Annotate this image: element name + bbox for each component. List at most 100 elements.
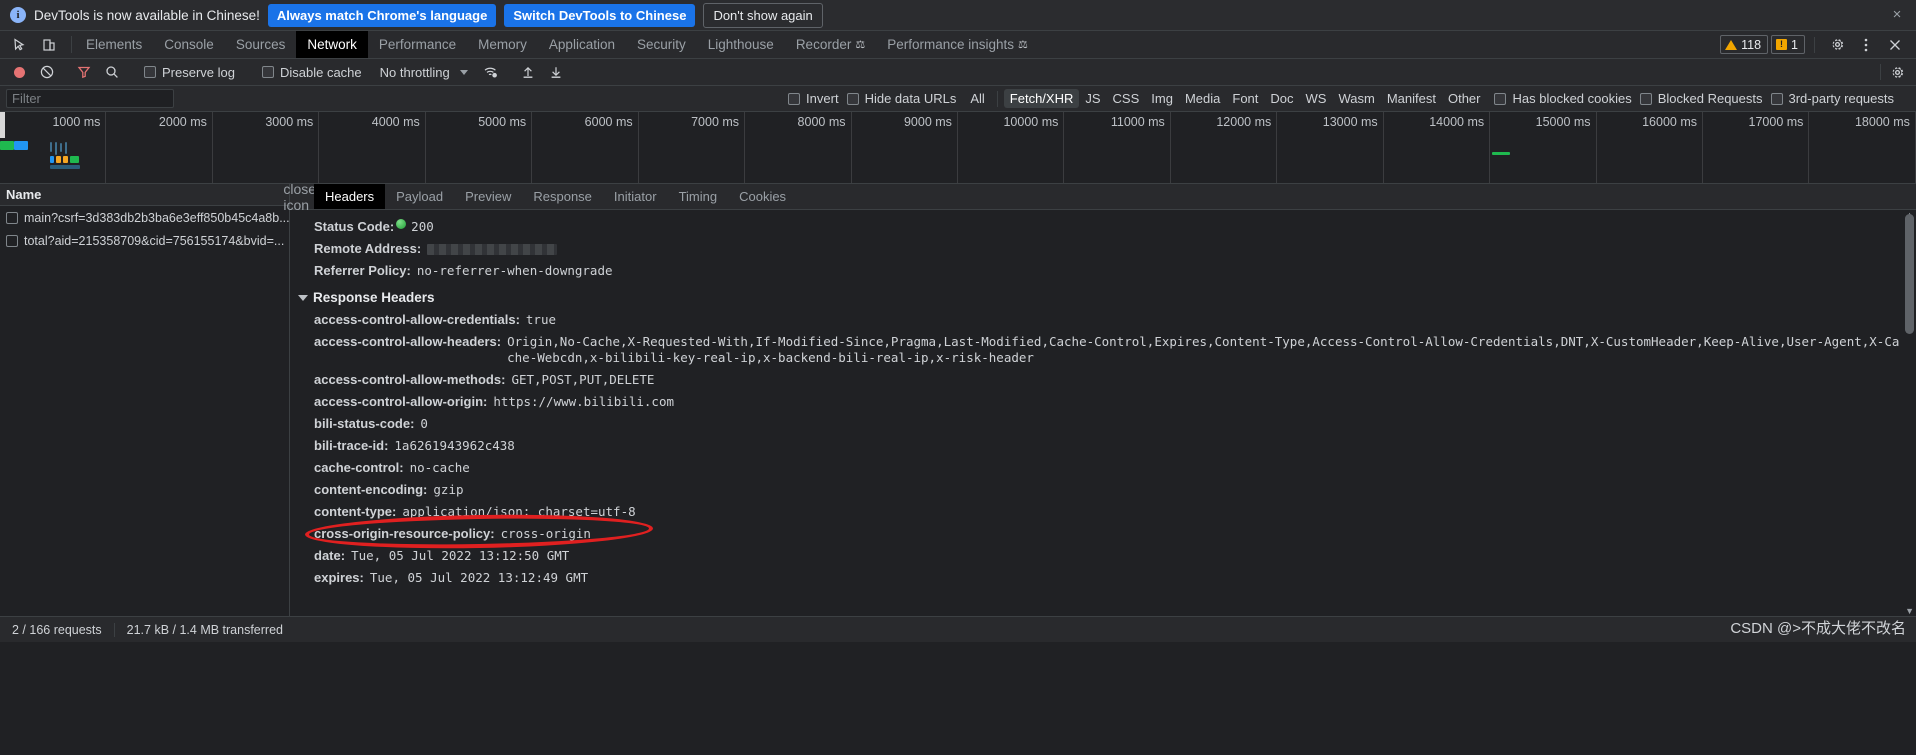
tab-performance-insights[interactable]: Performance insights ⚖ — [876, 31, 1039, 58]
tab-preview[interactable]: Preview — [454, 184, 522, 209]
tick-label: 12000 ms — [1216, 115, 1272, 129]
error-counter[interactable]: ! 1 — [1771, 35, 1805, 54]
tab-headers[interactable]: Headers — [314, 184, 386, 209]
section-label: Response Headers — [313, 290, 435, 305]
type-filter-fetch-xhr[interactable]: Fetch/XHR — [1003, 89, 1080, 108]
network-conditions-icon[interactable] — [478, 61, 504, 83]
type-filter-css[interactable]: CSS — [1107, 89, 1146, 108]
record-button[interactable] — [6, 61, 32, 83]
tab-initiator[interactable]: Initiator — [603, 184, 668, 209]
type-filter-wasm[interactable]: Wasm — [1332, 89, 1380, 108]
header-row-expires: expires: Tue, 05 Jul 2022 13:12:49 GMT — [290, 567, 1916, 589]
network-status-bar: 2 / 166 requests 21.7 kB / 1.4 MB transf… — [0, 616, 1916, 642]
tab-lighthouse[interactable]: Lighthouse — [697, 31, 785, 58]
close-icon[interactable]: close-icon — [283, 181, 320, 213]
type-filter-img[interactable]: Img — [1145, 89, 1179, 108]
tab-label: Application — [548, 37, 615, 52]
network-overview-timeline[interactable]: 1000 ms 2000 ms 3000 ms 4000 ms 5000 ms … — [0, 112, 1916, 184]
tab-recorder[interactable]: Recorder ⚖ — [785, 31, 876, 58]
header-row-status-code: Status Code: 200 — [290, 216, 1916, 238]
tab-cookies[interactable]: Cookies — [728, 184, 797, 209]
detail-tabs: close-icon Headers Payload Preview Respo… — [283, 181, 1916, 213]
third-party-requests-checkbox[interactable]: 3rd-party requests — [1770, 91, 1903, 106]
type-filter-ws[interactable]: WS — [1300, 89, 1333, 108]
tab-label: Console — [164, 37, 214, 52]
filter-icon[interactable] — [71, 61, 97, 83]
response-headers-section[interactable]: Response Headers — [290, 282, 1916, 309]
request-list-column-header[interactable]: Name — [0, 184, 289, 206]
tab-console[interactable]: Console — [153, 31, 225, 58]
type-filter-doc[interactable]: Doc — [1264, 89, 1299, 108]
header-key: cache-control: — [314, 460, 404, 475]
dont-show-again-button[interactable]: Don't show again — [703, 2, 823, 28]
request-name: total?aid=215358709&cid=756155174&bvid=.… — [24, 233, 285, 248]
clear-icon[interactable] — [34, 61, 60, 83]
inspect-element-icon[interactable] — [6, 33, 32, 57]
disable-cache-checkbox[interactable]: Disable cache — [254, 65, 370, 80]
type-filter-manifest[interactable]: Manifest — [1381, 89, 1442, 108]
kebab-menu-icon[interactable] — [1853, 33, 1879, 57]
header-row-bili-trace-id: bili-trace-id: 1a6261943962c438 — [290, 435, 1916, 457]
close-icon[interactable]: × — [1888, 6, 1906, 24]
header-value: 1a6261943962c438 — [394, 438, 515, 453]
header-value: true — [525, 312, 557, 327]
header-value: Tue, 05 Jul 2022 13:12:50 GMT — [351, 548, 570, 563]
tab-timing[interactable]: Timing — [668, 184, 729, 209]
type-filter-font[interactable]: Font — [1226, 89, 1264, 108]
tab-memory[interactable]: Memory — [467, 31, 538, 58]
type-filter-other[interactable]: Other — [1442, 89, 1487, 108]
tab-sources[interactable]: Sources — [225, 31, 297, 58]
overview-tick-cell: 9000 ms — [852, 112, 958, 183]
header-row-bili-status-code: bili-status-code: 0 — [290, 413, 1916, 435]
gear-icon[interactable] — [1824, 33, 1850, 57]
hide-data-urls-checkbox[interactable]: Hide data URLs — [846, 91, 965, 106]
close-devtools-icon[interactable] — [1882, 33, 1908, 57]
export-har-icon[interactable] — [543, 61, 569, 83]
throttling-select[interactable]: No throttling — [372, 65, 454, 80]
type-filter-all[interactable]: All — [964, 89, 990, 108]
preserve-log-checkbox[interactable]: Preserve log — [136, 65, 243, 80]
type-filter-media[interactable]: Media — [1179, 89, 1226, 108]
tab-elements[interactable]: Elements — [75, 31, 153, 58]
tab-performance[interactable]: Performance — [368, 31, 467, 58]
chevron-down-icon[interactable] — [459, 69, 468, 75]
devtools-tool-icons — [0, 31, 68, 58]
tab-network[interactable]: Network — [296, 31, 368, 58]
search-icon[interactable] — [99, 61, 125, 83]
detail-scrollbar[interactable]: ▲ ▼ — [1903, 210, 1916, 616]
tick-label: 17000 ms — [1748, 115, 1804, 129]
always-match-language-button[interactable]: Always match Chrome's language — [267, 3, 497, 27]
overview-window-handle[interactable] — [0, 112, 5, 138]
device-toolbar-icon[interactable] — [36, 33, 62, 57]
gear-icon[interactable] — [1884, 61, 1910, 83]
tab-payload[interactable]: Payload — [385, 184, 454, 209]
header-value: 0 — [420, 416, 428, 431]
warning-counter[interactable]: 118 — [1720, 35, 1769, 54]
checkbox-box — [261, 66, 274, 78]
filter-input[interactable] — [6, 89, 174, 108]
scrollbar-thumb[interactable] — [1905, 214, 1914, 334]
has-blocked-cookies-checkbox[interactable]: Has blocked cookies — [1486, 91, 1639, 106]
tab-security[interactable]: Security — [626, 31, 697, 58]
overview-tick-cell: 4000 ms — [319, 112, 426, 183]
tick-label: 18000 ms — [1854, 115, 1910, 129]
header-row-corp: cross-origin-resource-policy: cross-orig… — [290, 523, 1916, 545]
overview-tick-cell: 16000 ms — [1597, 112, 1703, 183]
tab-response[interactable]: Response — [522, 184, 603, 209]
blocked-requests-checkbox[interactable]: Blocked Requests — [1639, 91, 1771, 106]
table-row[interactable]: main?csrf=3d383db2b3ba6e3eff850b45c4a8b.… — [0, 206, 289, 229]
tick-label: 9000 ms — [903, 115, 952, 129]
tab-application[interactable]: Application — [538, 31, 626, 58]
invert-checkbox[interactable]: Invert — [780, 91, 847, 106]
import-har-icon[interactable] — [515, 61, 541, 83]
header-value: Origin,No-Cache,X-Requested-With,If-Modi… — [507, 334, 1900, 365]
type-filter-js[interactable]: JS — [1079, 89, 1106, 108]
switch-to-chinese-button[interactable]: Switch DevTools to Chinese — [504, 3, 696, 27]
row-icon — [6, 234, 18, 247]
network-split-view: Name main?csrf=3d383db2b3ba6e3eff850b45c… — [0, 181, 1916, 616]
table-row[interactable]: total?aid=215358709&cid=756155174&bvid=.… — [0, 229, 289, 252]
tick-label: 5000 ms — [478, 115, 527, 129]
chevron-down-icon[interactable] — [298, 294, 308, 301]
hide-data-urls-label: Hide data URLs — [864, 91, 957, 106]
scroll-down-arrow-icon[interactable]: ▼ — [1905, 606, 1914, 616]
